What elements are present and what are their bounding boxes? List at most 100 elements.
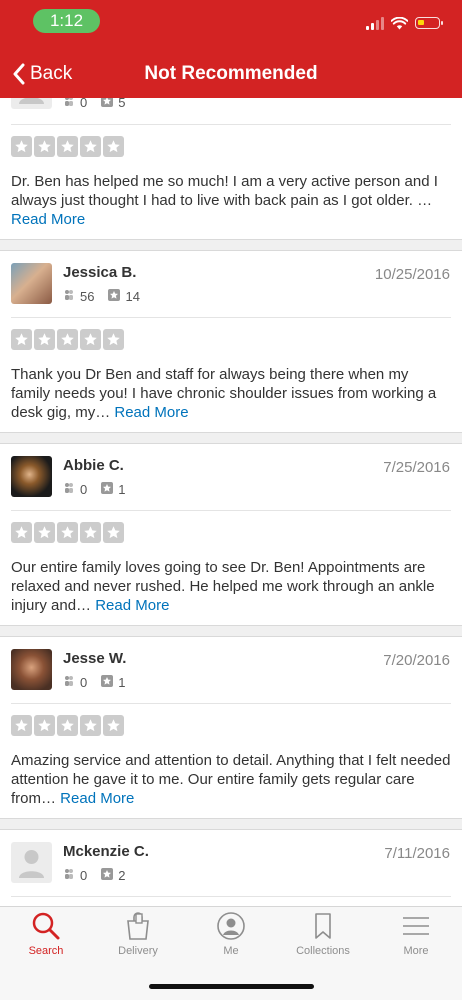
friends-icon — [63, 289, 75, 304]
star-icon — [11, 522, 32, 543]
divider — [11, 510, 451, 511]
review-date: 7/20/2016 — [383, 652, 450, 669]
review-text: Amazing service and attention to detail.… — [11, 751, 451, 808]
review-count: 5 — [118, 98, 126, 110]
review-count-icon — [101, 98, 114, 110]
star-icon — [103, 329, 124, 350]
review-text: Dr. Ben has helped me so much! I am a ve… — [11, 172, 451, 229]
reviewer-stats: 0 2 — [63, 868, 139, 883]
tab-me[interactable]: Me — [185, 911, 277, 957]
avatar[interactable] — [11, 649, 52, 690]
star-icon — [57, 522, 78, 543]
star-rating — [11, 522, 124, 543]
star-icon — [80, 329, 101, 350]
review-count: 14 — [125, 289, 140, 304]
read-more-link[interactable]: Read More — [114, 404, 188, 421]
reviewer-stats: 0 1 — [63, 482, 139, 497]
star-icon — [103, 715, 124, 736]
avatar — [11, 98, 52, 109]
reviewer-name[interactable]: Mckenzie C. — [63, 843, 149, 860]
star-icon — [80, 715, 101, 736]
read-more-link[interactable]: Read More — [11, 211, 85, 228]
review-card: Abbie C. 7/25/2016 0 1 Our entire family… — [0, 444, 462, 625]
read-more-link[interactable]: Read More — [95, 597, 169, 614]
review-list[interactable]: 0 5 Dr. Ben has helped me so much! I am … — [0, 98, 462, 906]
review-count-icon — [108, 289, 121, 304]
star-icon — [80, 136, 101, 157]
default-user-icon — [19, 850, 44, 878]
tab-search[interactable]: Search — [0, 911, 92, 957]
avatar[interactable] — [11, 456, 52, 497]
friends-icon — [63, 482, 75, 497]
reviewer-name[interactable]: Jessica B. — [63, 264, 136, 281]
star-rating — [11, 715, 124, 736]
reviewer-stats: 0 5 — [63, 98, 139, 110]
star-icon — [34, 329, 55, 350]
search-icon — [32, 912, 60, 940]
tab-label: Collections — [296, 945, 350, 957]
wifi-icon — [391, 16, 408, 29]
friends-count: 56 — [80, 289, 95, 304]
tab-collections[interactable]: Collections — [277, 911, 369, 957]
tab-label: Delivery — [118, 945, 158, 957]
avatar[interactable] — [11, 842, 52, 883]
divider — [11, 317, 451, 318]
review-count-icon — [101, 868, 114, 883]
review-text: Thank you Dr Ben and staff for always be… — [11, 365, 451, 422]
status-time: 1:12 — [33, 9, 100, 33]
star-icon — [57, 329, 78, 350]
review-excerpt: Thank you Dr Ben and staff for always be… — [11, 366, 437, 421]
star-icon — [34, 522, 55, 543]
review-card: Mckenzie C. 7/11/2016 0 2 — [0, 830, 462, 906]
user-icon — [217, 912, 245, 940]
review-count-icon — [101, 675, 114, 690]
battery-icon — [415, 17, 443, 29]
read-more-link[interactable]: Read More — [60, 790, 134, 807]
review-count: 1 — [118, 482, 126, 497]
page-title: Not Recommended — [144, 63, 318, 84]
review-date: 7/25/2016 — [383, 459, 450, 476]
review-card: Jessica B. 10/25/2016 56 14 Thank you Dr… — [0, 251, 462, 432]
review-count: 1 — [118, 675, 126, 690]
reviewer-name[interactable]: Jesse W. — [63, 650, 126, 667]
separator — [0, 432, 462, 444]
signal-icon — [366, 16, 384, 30]
review-text: Our entire family loves going to see Dr.… — [11, 558, 451, 615]
friends-count: 0 — [80, 98, 88, 110]
tab-label: Search — [28, 945, 64, 957]
star-icon — [34, 715, 55, 736]
reviewer-stats: 0 1 — [63, 675, 139, 690]
review-count: 2 — [118, 868, 126, 883]
divider — [11, 124, 451, 125]
star-icon — [34, 136, 55, 157]
avatar[interactable] — [11, 263, 52, 304]
friends-count: 0 — [80, 675, 88, 690]
review-card: 0 5 Dr. Ben has helped me so much! I am … — [0, 98, 462, 239]
tab-label: More — [403, 945, 429, 957]
star-icon — [11, 715, 32, 736]
review-excerpt: Dr. Ben has helped me so much! I am a ve… — [11, 173, 438, 209]
home-indicator — [149, 984, 314, 989]
review-card: Jesse W. 7/20/2016 0 1 Amazing service a… — [0, 637, 462, 818]
bookmark-icon — [315, 913, 331, 939]
separator — [0, 625, 462, 637]
tab-more[interactable]: More — [370, 911, 462, 957]
review-date: 10/25/2016 — [374, 266, 450, 283]
review-date: 7/11/2016 — [384, 845, 450, 862]
friends-icon — [63, 868, 75, 883]
review-excerpt: Our entire family loves going to see Dr.… — [11, 559, 435, 614]
friends-icon — [63, 98, 75, 110]
reviewer-stats: 56 14 — [63, 289, 154, 304]
friends-count: 0 — [80, 482, 88, 497]
friends-icon — [63, 675, 75, 690]
tab-label: Me — [223, 945, 239, 957]
separator — [0, 818, 462, 830]
tab-delivery[interactable]: Delivery — [92, 911, 184, 957]
divider — [11, 703, 451, 704]
reviewer-name[interactable]: Abbie C. — [63, 457, 124, 474]
menu-icon — [403, 917, 429, 935]
star-rating — [11, 136, 124, 157]
star-rating — [11, 329, 124, 350]
star-icon — [11, 329, 32, 350]
star-icon — [103, 522, 124, 543]
